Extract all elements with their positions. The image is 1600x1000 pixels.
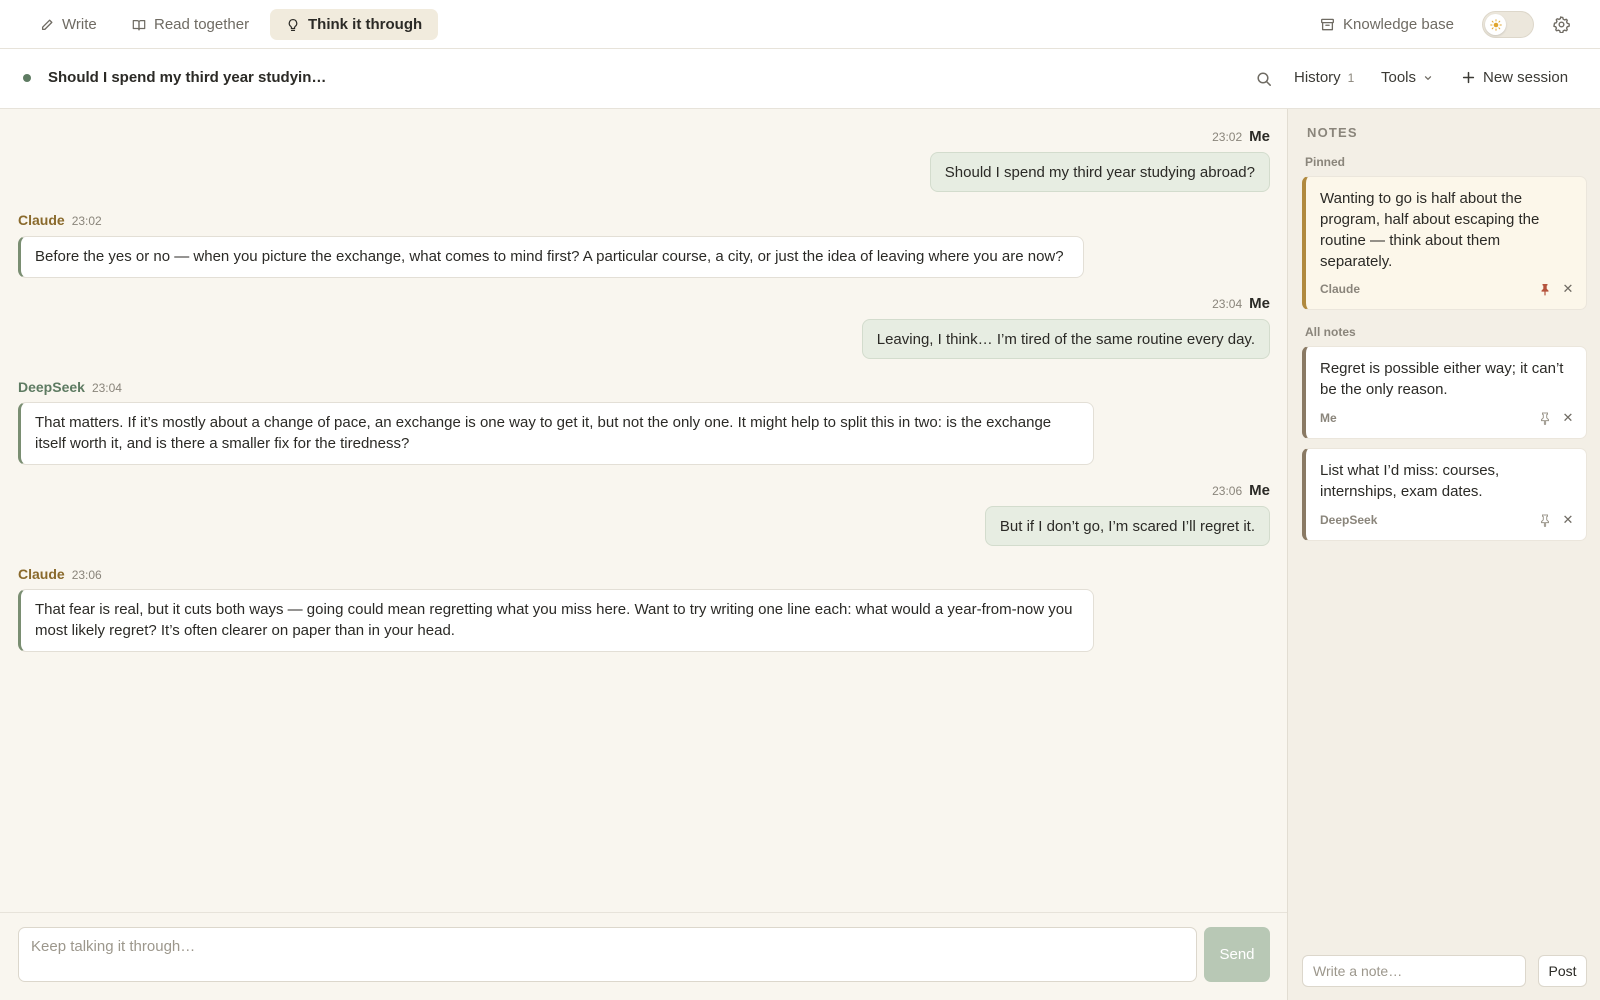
delete-note-button[interactable]: ✕ [1562,281,1574,297]
pin-icon [1541,412,1549,425]
message-sender: Claude [18,566,65,582]
message-meta: 23:04 Me [1212,295,1270,312]
theme-toggle[interactable] [1482,11,1534,38]
sun-icon [1489,18,1502,31]
composer: Send [0,912,1287,1000]
history-count-badge: 1 [1347,71,1355,85]
message-time: 23:06 [71,568,102,582]
session-title: Should I spend my third year studyin… [48,69,327,86]
user-message-bubble: Leaving, I think… I’m tired of the same … [861,319,1270,359]
top-bar: Write Read together Think it through Kno… [0,0,1600,49]
message-time: 23:04 [91,381,122,395]
theme-toggle-knob [1485,14,1506,35]
user-message-bubble: But if I don’t go, I’m scared I’ll regre… [984,506,1270,546]
new-session-label: New session [1483,69,1569,86]
session-status-dot [23,74,31,82]
chat-thread: 23:02 Me Should I spend my third year st… [0,109,1287,912]
knowledge-base-label: Knowledge base [1343,16,1454,33]
message-time: 23:02 [1212,130,1243,144]
tools-label: Tools [1381,69,1417,86]
note-text: List what I’d miss: courses, internships… [1320,462,1500,500]
pinned-section-label: Pinned [1305,155,1346,169]
assistant-message-bubble: Before the yes or no — when you picture … [18,236,1084,278]
note-footer: Claude ✕ [1320,281,1574,297]
lightbulb-icon [288,18,298,31]
settings-button[interactable] [1551,12,1571,36]
new-session-button[interactable]: New session [1462,69,1568,86]
notes-heading: NOTES [1307,125,1358,140]
note-input[interactable] [1302,955,1526,987]
note-footer: DeepSeek ✕ [1320,512,1574,528]
message-input[interactable] [18,927,1197,982]
note-card[interactable]: List what I’d miss: courses, internships… [1302,448,1587,541]
note-author: DeepSeek [1320,513,1378,527]
plus-icon [1462,71,1475,84]
session-header: Should I spend my third year studyin… Hi… [0,49,1600,109]
message-sender: Me [1249,128,1270,145]
knowledge-base-button[interactable]: Knowledge base [1306,9,1468,40]
pin-button[interactable] [1538,411,1552,425]
message-meta: DeepSeek 23:04 [18,379,122,395]
message-meta: Claude 23:02 [18,212,102,228]
all-notes-section-label: All notes [1305,325,1356,339]
message-meta: 23:02 Me [1212,128,1270,145]
post-note-button[interactable]: Post [1538,955,1587,987]
delete-note-button[interactable]: ✕ [1562,512,1574,528]
tab-think-it-through-label: Think it through [308,16,423,33]
book-icon [132,19,146,30]
pin-button[interactable] [1538,513,1552,527]
note-author: Claude [1320,282,1361,296]
pencil-icon [41,19,53,30]
tab-write[interactable]: Write [24,9,113,40]
tab-read-together-label: Read together [154,16,250,33]
chevron-down-icon [1424,75,1432,80]
note-text: Regret is possible either way; it can’t … [1320,360,1564,398]
history-button[interactable]: History 1 [1294,69,1354,86]
message-meta: 23:06 Me [1212,482,1270,499]
send-button[interactable]: Send [1204,927,1270,982]
assistant-message-bubble: That matters. If it’s mostly about a cha… [18,402,1094,465]
message-sender: DeepSeek [18,379,85,395]
pin-icon [1541,514,1549,527]
message-sender: Me [1249,295,1270,312]
pin-icon [1541,283,1549,296]
unpin-button[interactable] [1538,282,1552,296]
note-text: Wanting to go is half about the program,… [1320,190,1540,270]
tab-read-together[interactable]: Read together [116,9,265,40]
search-button[interactable] [1254,69,1274,89]
user-message-bubble: Should I spend my third year studying ab… [929,152,1270,192]
tools-dropdown[interactable]: Tools [1381,69,1433,86]
message-sender: Claude [18,212,65,228]
assistant-message-bubble: That fear is real, but it cuts both ways… [18,589,1094,652]
message-time: 23:02 [71,214,102,228]
note-card[interactable]: Regret is possible either way; it can’t … [1302,346,1587,439]
message-sender: Me [1249,482,1270,499]
tab-write-label: Write [62,16,97,33]
tab-think-it-through[interactable]: Think it through [270,9,439,40]
archive-icon [1321,18,1334,31]
note-card-pinned[interactable]: Wanting to go is half about the program,… [1302,176,1587,310]
message-meta: Claude 23:06 [18,566,102,582]
message-time: 23:04 [1212,297,1243,311]
gear-icon [1552,15,1570,33]
note-footer: Me ✕ [1320,410,1574,426]
history-label: History [1294,69,1341,86]
message-time: 23:06 [1212,484,1243,498]
delete-note-button[interactable]: ✕ [1562,410,1574,426]
search-icon [1257,72,1271,86]
notes-panel: NOTES Pinned Wanting to go is half about… [1287,109,1600,1000]
note-author: Me [1320,411,1337,425]
